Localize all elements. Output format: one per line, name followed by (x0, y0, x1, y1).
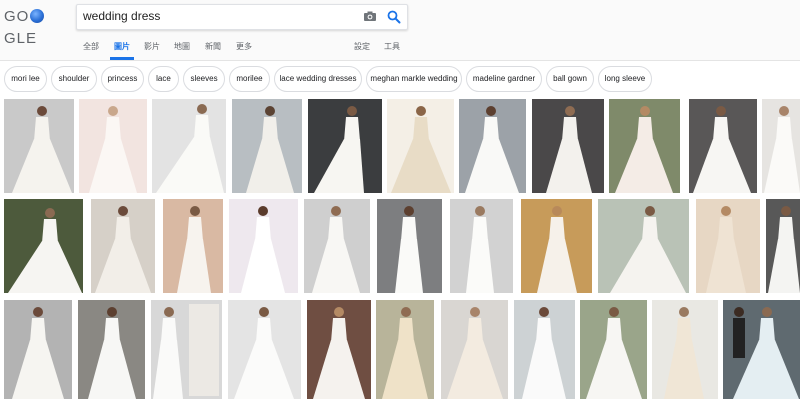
image-result[interactable] (459, 99, 526, 193)
image-result[interactable] (376, 300, 434, 399)
image-result[interactable] (762, 99, 800, 193)
search-icon[interactable] (387, 10, 401, 24)
tab-news[interactable]: 新聞 (205, 41, 221, 52)
header-bar: GOGLE 全部 圖片 影片 地圖 新聞 更多 設定 工具 (0, 0, 800, 61)
google-logo[interactable]: GOGLE (4, 6, 66, 47)
image-result[interactable] (152, 99, 226, 193)
search-box[interactable] (76, 4, 408, 30)
tab-all[interactable]: 全部 (83, 41, 99, 52)
related-searches-bar: mori lee shoulder princess lace sleeves … (0, 66, 800, 94)
tab-tools[interactable]: 工具 (384, 41, 400, 52)
image-result[interactable] (232, 99, 302, 193)
image-result[interactable] (4, 300, 72, 399)
image-result[interactable] (229, 199, 298, 293)
image-result[interactable] (441, 300, 508, 399)
image-result[interactable] (4, 199, 83, 293)
chip-madeline-gardner[interactable]: madeline gardner (466, 66, 542, 92)
chip-lace-wedding-dresses[interactable]: lace wedding dresses (274, 66, 362, 92)
search-input[interactable] (83, 8, 353, 24)
image-result[interactable] (689, 99, 757, 193)
image-result[interactable] (78, 300, 145, 399)
image-results-grid (0, 97, 800, 399)
image-result[interactable] (514, 300, 575, 399)
image-result[interactable] (228, 300, 301, 399)
chip-lace[interactable]: lace (148, 66, 179, 92)
active-tab-indicator (110, 57, 134, 60)
image-result[interactable] (163, 199, 223, 293)
image-result[interactable] (652, 300, 718, 399)
image-result[interactable] (307, 300, 371, 399)
image-result[interactable] (723, 300, 800, 399)
image-result[interactable] (304, 199, 370, 293)
chip-princess[interactable]: princess (101, 66, 144, 92)
image-result[interactable] (4, 99, 74, 193)
image-result[interactable] (450, 199, 513, 293)
tab-settings[interactable]: 設定 (354, 41, 370, 52)
image-result[interactable] (91, 199, 155, 293)
chip-shoulder[interactable]: shoulder (51, 66, 97, 92)
globe-icon (30, 9, 45, 23)
image-result[interactable] (79, 99, 147, 193)
logo-text-left: GO (4, 8, 30, 25)
image-result[interactable] (377, 199, 442, 293)
image-result[interactable] (532, 99, 604, 193)
tab-images[interactable]: 圖片 (114, 41, 130, 52)
chip-ball-gown[interactable]: ball gown (546, 66, 594, 92)
image-result[interactable] (696, 199, 760, 293)
image-result[interactable] (766, 199, 800, 293)
tab-videos[interactable]: 影片 (144, 41, 160, 52)
chip-sleeves[interactable]: sleeves (183, 66, 225, 92)
image-result[interactable] (580, 300, 647, 399)
image-result[interactable] (151, 300, 222, 399)
image-result[interactable] (609, 99, 680, 193)
chip-meghan-markle-wedding[interactable]: meghan markle wedding (366, 66, 462, 92)
image-result[interactable] (387, 99, 454, 193)
image-result[interactable] (598, 199, 689, 293)
tab-more[interactable]: 更多 (236, 41, 252, 52)
tab-maps[interactable]: 地圖 (174, 41, 190, 52)
chip-mori-lee[interactable]: mori lee (4, 66, 47, 92)
image-result[interactable] (308, 99, 382, 193)
camera-icon[interactable] (364, 11, 376, 21)
chip-morilee[interactable]: morilee (229, 66, 270, 92)
chip-long-sleeve[interactable]: long sleeve (598, 66, 652, 92)
image-result[interactable] (521, 199, 592, 293)
